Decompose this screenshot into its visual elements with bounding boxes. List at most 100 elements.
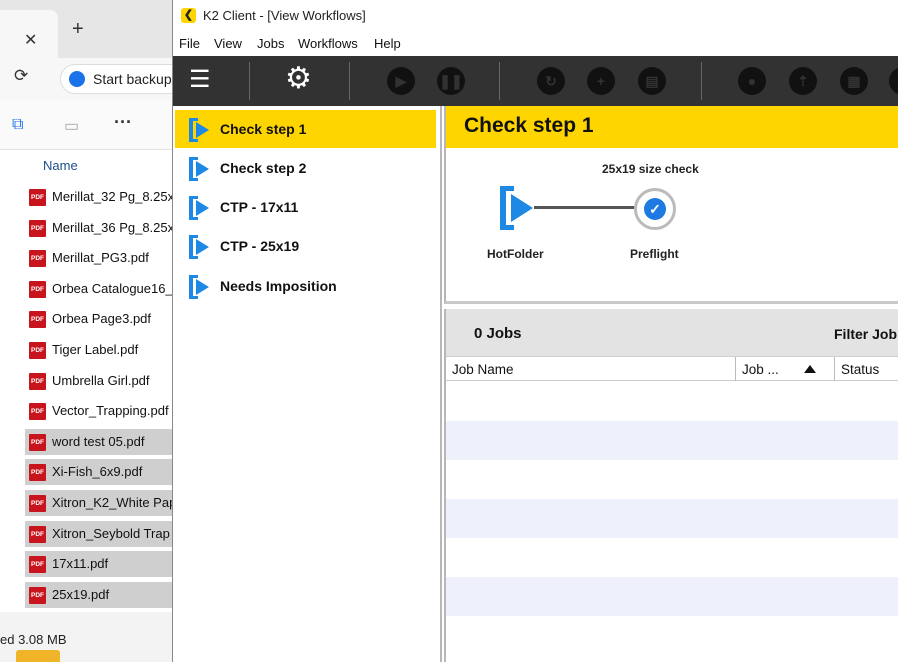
pdf-file-icon: PDF bbox=[29, 342, 46, 359]
selection-size-text: ed 3.08 MB bbox=[0, 632, 67, 647]
file-row[interactable]: PDF Xitron_Seybold Trap bbox=[25, 520, 175, 547]
close-tab-icon[interactable]: ✕ bbox=[24, 30, 37, 50]
toolbar-separator bbox=[349, 62, 350, 100]
preflight-node-label: Preflight bbox=[630, 247, 679, 261]
hotfolder-node-icon[interactable] bbox=[500, 186, 534, 230]
explorer-navbar: ⟳ Start backup bbox=[0, 58, 190, 100]
menu-help[interactable]: Help bbox=[374, 36, 401, 51]
filter-jobs-button[interactable]: Filter Job bbox=[834, 326, 897, 342]
delete-icon[interactable]: ▤ bbox=[638, 67, 666, 95]
file-name: 17x11.pdf bbox=[52, 556, 109, 572]
workflow-title: Check step 1 bbox=[464, 114, 594, 137]
pdf-file-icon: PDF bbox=[29, 311, 46, 329]
hotfolder-node-label: HotFolder bbox=[487, 247, 544, 261]
refresh-icon[interactable]: ↻ bbox=[537, 67, 565, 95]
pdf-file-icon: PDF bbox=[29, 372, 46, 390]
pdf-file-icon: PDF bbox=[29, 556, 46, 574]
toolbar-separator bbox=[499, 62, 500, 100]
file-row[interactable]: PDF Orbea Page3.pdf bbox=[25, 306, 175, 332]
hotfolder-icon bbox=[189, 235, 209, 259]
name-column-header[interactable]: Name bbox=[43, 158, 78, 173]
workflow-label: Check step 2 bbox=[220, 160, 307, 176]
refresh-icon[interactable]: ⟳ bbox=[14, 66, 28, 86]
workflow-item-needs-imposition[interactable]: Needs Imposition bbox=[175, 267, 436, 305]
k2-logo-icon: ❮ bbox=[181, 8, 196, 23]
start-backup-label: Start backup bbox=[93, 71, 172, 87]
file-name: Xitron_K2_White Pap bbox=[52, 495, 177, 510]
settings-icon[interactable]: ⚙ bbox=[285, 64, 312, 94]
explorer-tab-strip: ✕ + bbox=[0, 0, 175, 58]
workflow-item-check-step-2[interactable]: Check step 2 bbox=[175, 149, 436, 187]
file-row[interactable]: PDF Merillat_36 Pg_8.25x11 bbox=[25, 215, 188, 241]
file-row[interactable]: PDF Xitron_K2_White Pap bbox=[25, 490, 177, 516]
ink-icon[interactable]: ● bbox=[738, 67, 766, 95]
file-name: word test 05.pdf bbox=[52, 433, 145, 449]
file-row[interactable]: PDF Vector_Trapping.pdf bbox=[25, 398, 175, 424]
pdf-file-icon: PDF bbox=[29, 586, 46, 604]
file-name: Orbea Catalogue16_S bbox=[52, 280, 182, 296]
file-name: Umbrella Girl.pdf bbox=[52, 372, 150, 388]
menu-view[interactable]: View bbox=[214, 36, 242, 51]
workflow-label: Check step 1 bbox=[220, 121, 307, 137]
hotfolder-icon bbox=[189, 196, 209, 220]
play-icon[interactable]: ▶ bbox=[387, 67, 415, 95]
file-row[interactable]: PDF 17x11.pdf bbox=[25, 551, 175, 578]
file-name: Orbea Page3.pdf bbox=[52, 311, 152, 327]
workflow-detail-header: Check step 1 bbox=[444, 106, 898, 148]
preflight-node-icon[interactable]: ✓ bbox=[634, 188, 676, 230]
start-backup-button[interactable]: Start backup bbox=[60, 64, 190, 94]
jobs-panel: 0 Jobs Filter Job Job Name Job ... Statu… bbox=[444, 309, 898, 662]
sort-ascending-icon bbox=[804, 365, 816, 373]
file-row[interactable]: PDF Tiger Label.pdf bbox=[25, 337, 175, 363]
job-row-empty bbox=[446, 460, 898, 499]
new-tab-icon[interactable]: + bbox=[72, 18, 84, 41]
column-status[interactable]: Status bbox=[835, 357, 898, 381]
file-name: Vector_Trapping.pdf bbox=[52, 403, 169, 419]
explorer-tab[interactable]: ✕ bbox=[0, 10, 58, 58]
file-row[interactable]: PDF Xi-Fish_6x9.pdf bbox=[25, 459, 175, 486]
workflow-diagram: 25x19 size check ✓ HotFolder Preflight bbox=[444, 148, 898, 304]
workflow-list: Check step 1 Check step 2 CTP - 17x11 CT… bbox=[173, 106, 442, 662]
job-row-empty bbox=[446, 421, 898, 460]
add-icon[interactable]: + bbox=[587, 67, 615, 95]
paste-icon[interactable]: ▭ bbox=[64, 116, 79, 136]
cloud-icon bbox=[69, 71, 85, 87]
file-row[interactable]: PDF Merillat_PG3.pdf bbox=[25, 245, 175, 271]
pause-icon[interactable]: ❚❚ bbox=[437, 67, 465, 95]
k2-client-window: ❮ K2 Client - [View Workflows] File View… bbox=[172, 0, 898, 662]
workflow-caption: 25x19 size check bbox=[602, 162, 699, 176]
workflow-item-check-step-1[interactable]: Check step 1 bbox=[175, 110, 436, 148]
file-name: Merillat_32 Pg_8.25x11 bbox=[52, 189, 188, 204]
file-row[interactable]: PDF Orbea Catalogue16_S bbox=[25, 276, 181, 302]
pdf-file-icon: PDF bbox=[29, 250, 46, 268]
file-row[interactable]: PDF Umbrella Girl.pdf bbox=[25, 368, 175, 394]
pdf-file-icon: PDF bbox=[29, 464, 46, 482]
column-job[interactable]: Job ... bbox=[736, 357, 835, 381]
toolbar-separator bbox=[701, 62, 702, 100]
file-row[interactable]: PDF Merillat_32 Pg_8.25x11 bbox=[25, 184, 188, 210]
file-row[interactable]: PDF word test 05.pdf bbox=[25, 428, 175, 455]
more-options-icon[interactable]: ··· bbox=[114, 112, 132, 133]
file-row[interactable]: PDF 25x19.pdf bbox=[25, 581, 175, 608]
node-connector bbox=[534, 206, 636, 209]
file-name: Xi-Fish_6x9.pdf bbox=[52, 464, 143, 480]
menu-workflows[interactable]: Workflows bbox=[298, 36, 358, 51]
workflow-item-ctp-17x11[interactable]: CTP - 17x11 bbox=[175, 188, 436, 226]
folder-icon[interactable] bbox=[16, 650, 60, 662]
column-job-name[interactable]: Job Name bbox=[446, 357, 736, 381]
menu-file[interactable]: File bbox=[179, 36, 200, 51]
explorer-file-list: Name PDF Merillat_32 Pg_8.25x11 PDF Merilla… bbox=[0, 150, 188, 612]
file-name: Merillat_36 Pg_8.25x11 bbox=[52, 219, 188, 235]
menu-icon[interactable]: ☰ bbox=[189, 65, 211, 95]
job-row-empty bbox=[446, 538, 898, 577]
pdf-file-icon: PDF bbox=[29, 525, 46, 543]
more-icon[interactable] bbox=[889, 67, 898, 95]
workflow-item-ctp-25x19[interactable]: CTP - 25x19 bbox=[175, 227, 436, 265]
job-row-empty bbox=[446, 616, 898, 655]
window-title: K2 Client - [View Workflows] bbox=[203, 8, 366, 23]
grid-icon[interactable]: ▦ bbox=[840, 67, 868, 95]
workflow-label: CTP - 25x19 bbox=[220, 238, 300, 254]
copy-icon[interactable]: ⧉ bbox=[12, 116, 23, 134]
menu-jobs[interactable]: Jobs bbox=[257, 36, 284, 51]
upload-icon[interactable]: ⇡ bbox=[789, 67, 817, 95]
